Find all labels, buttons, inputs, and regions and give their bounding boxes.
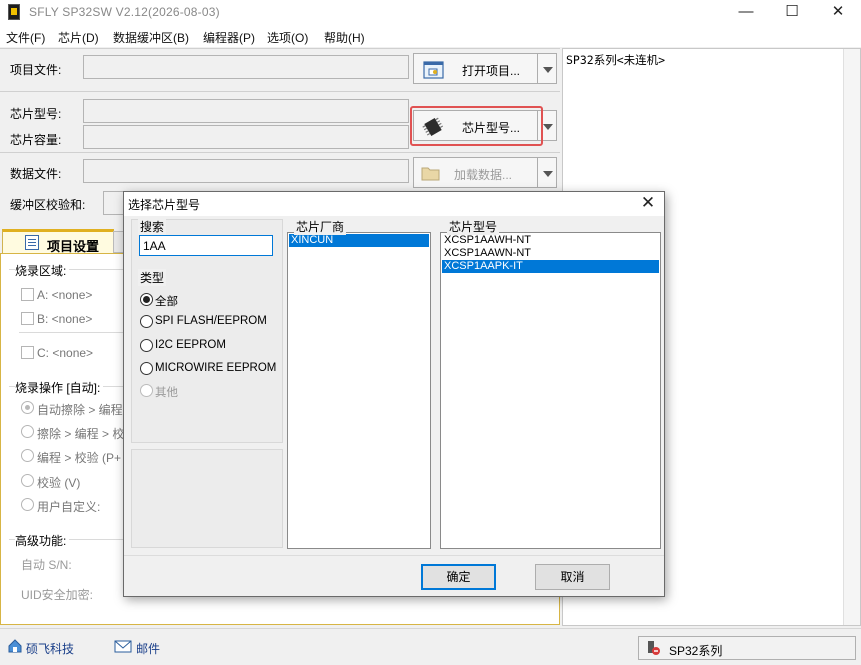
project-file-field [83, 55, 409, 79]
output-text: SP32系列<未连机> [566, 53, 666, 67]
model-item[interactable]: XCSP1AAWN-NT [442, 247, 659, 260]
model-label: 芯片型号 [447, 218, 500, 235]
tab-project-settings[interactable]: 项目设置 [2, 229, 114, 254]
home-icon [8, 639, 22, 653]
op3-radio[interactable] [21, 449, 34, 462]
title-bar: SFLY SP32SW V2.12(2026-08-03) — ☐ ✕ [0, 0, 861, 26]
op1-radio[interactable] [21, 401, 34, 414]
type-all-label: 全部 [155, 296, 178, 308]
menu-programmer[interactable]: 编程器(P) [203, 29, 255, 46]
auto-sn-label: 自动 S/N: [21, 558, 72, 572]
area-b-checkbox[interactable] [21, 312, 34, 325]
type-i2c-label: I2C EEPROM [155, 339, 226, 351]
folder-icon [421, 167, 440, 181]
output-scrollbar[interactable] [843, 49, 860, 625]
divider [0, 152, 560, 153]
open-project-label: 打开项目... [462, 64, 521, 78]
advanced-title: 高级功能: [15, 532, 70, 549]
model-item-selected[interactable]: XCSP1AAPK-IT [442, 260, 659, 273]
buffer-checksum-label: 缓冲区校验和: [10, 198, 86, 212]
area-a-checkbox[interactable] [21, 288, 34, 301]
op4-radio[interactable] [21, 474, 34, 487]
area-b-label: B: <none> [37, 312, 93, 326]
op2-radio[interactable] [21, 425, 34, 438]
blank-panel [131, 449, 283, 548]
company-link[interactable]: 硕飞科技 [26, 640, 74, 657]
search-input[interactable] [139, 235, 273, 256]
device-status: SP32系列 [638, 636, 856, 660]
type-other-label: 其他 [155, 387, 178, 399]
menu-chip[interactable]: 芯片(D) [58, 29, 99, 46]
dialog-title-bar: 选择芯片型号 ✕ [124, 192, 664, 216]
buffer-checksum-field [103, 191, 125, 215]
select-chip-dialog: 选择芯片型号 ✕ 搜索 类型 全部 SPI FLASH/EEPROM I2C E… [123, 191, 665, 597]
minimize-button[interactable]: — [723, 0, 769, 26]
area-c-checkbox[interactable] [21, 346, 34, 359]
model-list[interactable]: XCSP1AAWH-NT XCSP1AAWN-NT XCSP1AAPK-IT [440, 232, 661, 549]
data-file-field [83, 159, 409, 183]
type-all-radio[interactable] [140, 293, 153, 306]
type-other-radio[interactable] [140, 384, 153, 397]
area-c-label: C: <none> [37, 346, 94, 360]
dialog-close-button[interactable]: ✕ [638, 193, 658, 213]
op5-radio[interactable] [21, 498, 34, 511]
op2-label: 擦除 > 编程 > 校 [37, 427, 125, 441]
burn-ops-title: 烧录操作 [自动]: [15, 379, 104, 396]
open-project-icon [423, 61, 444, 79]
load-data-button[interactable]: 加载数据... [413, 157, 538, 188]
window-title: SFLY SP32SW V2.12(2026-08-03) [29, 5, 220, 19]
type-spi-label: SPI FLASH/EEPROM [155, 315, 267, 327]
vendor-list[interactable]: XINCUN [287, 232, 431, 549]
project-file-label: 项目文件: [10, 63, 62, 77]
mail-icon [114, 640, 132, 653]
op5-label: 用户自定义: [37, 500, 101, 514]
area-a-label: A: <none> [37, 288, 93, 302]
menu-file[interactable]: 文件(F) [6, 29, 45, 46]
cancel-button[interactable]: 取消 [535, 564, 610, 590]
vendor-item[interactable]: XINCUN [289, 234, 429, 247]
chip-capacity-field [83, 125, 409, 149]
data-file-label: 数据文件: [10, 167, 62, 181]
type-spi-radio[interactable] [140, 315, 153, 328]
op1-label: 自动擦除 > 编程 [37, 403, 123, 417]
chip-capacity-label: 芯片容量: [10, 133, 62, 147]
type-microwire-label: MICROWIRE EEPROM [155, 362, 277, 374]
search-label: 搜索 [138, 218, 167, 235]
dialog-title: 选择芯片型号 [128, 198, 201, 212]
app-icon [8, 4, 20, 20]
device-icon [648, 641, 660, 655]
type-microwire-radio[interactable] [140, 362, 153, 375]
model-item[interactable]: XCSP1AAWH-NT [442, 234, 659, 247]
type-i2c-radio[interactable] [140, 339, 153, 352]
burn-area-title: 烧录区域: [15, 262, 70, 279]
device-status-label: SP32系列 [669, 644, 723, 658]
divider [0, 48, 560, 49]
open-project-dropdown[interactable] [537, 53, 557, 84]
menu-options[interactable]: 选项(O) [267, 29, 308, 46]
highlight-frame [410, 106, 543, 146]
chip-model-field [83, 99, 409, 123]
menu-buffer[interactable]: 数据缓冲区(B) [113, 29, 189, 46]
op3-label: 编程 > 校验 (P+ [37, 451, 122, 465]
uid-encrypt-label: UID安全加密: [21, 588, 94, 602]
maximize-button[interactable]: ☐ [769, 0, 815, 26]
menu-help[interactable]: 帮助(H) [324, 29, 365, 46]
chip-model-label: 芯片型号: [10, 107, 62, 121]
load-data-dropdown[interactable] [537, 157, 557, 188]
close-button[interactable]: ✕ [815, 0, 861, 26]
load-data-label: 加载数据... [454, 168, 513, 182]
divider [19, 332, 125, 333]
type-label: 类型 [138, 269, 167, 286]
divider [0, 91, 560, 92]
mail-link[interactable]: 邮件 [136, 640, 160, 657]
op4-label: 校验 (V) [37, 476, 81, 490]
open-project-button[interactable]: 打开项目... [413, 53, 538, 84]
ok-button[interactable]: 确定 [421, 564, 496, 590]
document-icon [25, 235, 39, 250]
vendor-label: 芯片厂商 [294, 218, 347, 235]
menu-bar: 文件(F) 芯片(D) 数据缓冲区(B) 编程器(P) 选项(O) 帮助(H) [0, 26, 861, 47]
divider [124, 555, 664, 556]
